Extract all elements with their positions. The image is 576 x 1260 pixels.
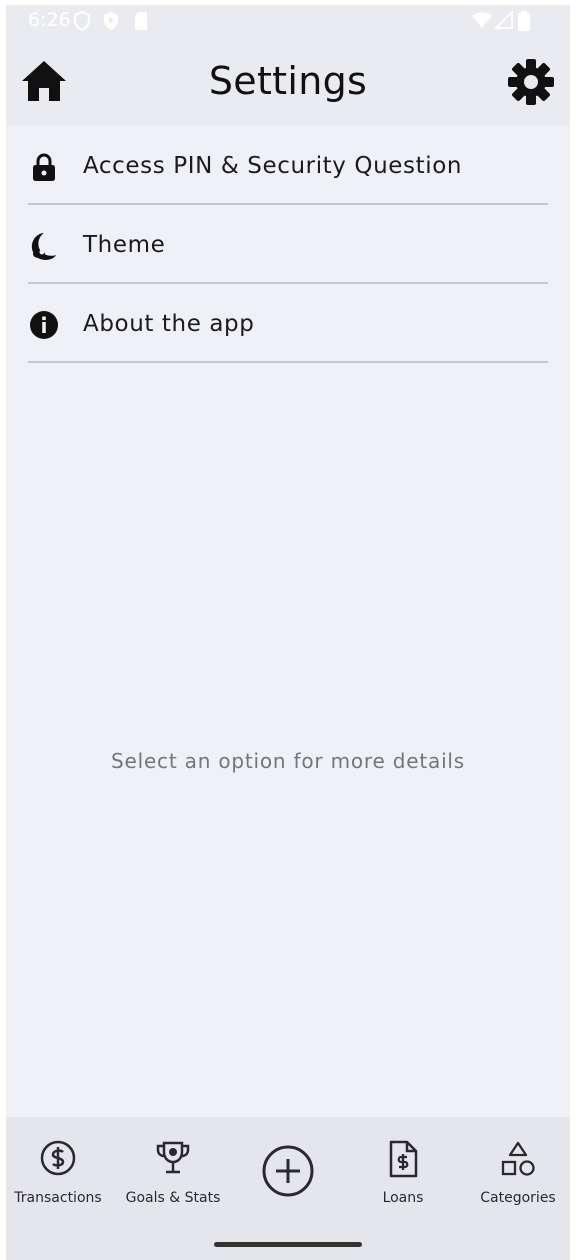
menu-item-label: Access PIN & Security Question (83, 153, 463, 179)
wifi-icon (472, 12, 492, 28)
theme-moon-icon (31, 233, 56, 260)
bottom-nav: Transactions Goals & Stats Loans Categor… (6, 1117, 570, 1260)
settings-menu: Access PIN & Security Question Theme Abo… (6, 126, 570, 363)
info-icon (30, 311, 58, 339)
nav-item-loans[interactable]: Loans (347, 1117, 459, 1217)
play-protect-icon (104, 12, 118, 30)
nav-item-add[interactable] (232, 1117, 344, 1217)
nav-label: Goals & Stats (125, 1190, 221, 1206)
nav-label: Categories (480, 1190, 556, 1206)
page-title: Settings (208, 59, 368, 103)
menu-item-access-pin[interactable]: Access PIN & Security Question (6, 126, 570, 205)
trophy-icon (156, 1141, 190, 1174)
nav-label: Loans (382, 1190, 424, 1206)
nav-item-categories[interactable]: Categories (462, 1117, 570, 1217)
dollar-circle-icon (40, 1140, 76, 1176)
lock-icon (33, 153, 55, 181)
divider (28, 361, 548, 363)
menu-item-label: About the app (83, 311, 255, 337)
shield-icon (74, 11, 90, 31)
nav-item-goals-stats[interactable]: Goals & Stats (117, 1117, 229, 1217)
shapes-icon (501, 1141, 535, 1176)
nav-label: Transactions (14, 1190, 102, 1206)
gesture-handle[interactable] (214, 1242, 362, 1247)
sd-card-icon (135, 12, 147, 30)
battery-icon (518, 11, 530, 31)
gear-icon[interactable] (506, 57, 556, 107)
status-time: 6:26 (28, 9, 71, 31)
add-circle-icon (262, 1145, 314, 1197)
details-placeholder: Select an option for more details (111, 749, 465, 773)
menu-item-about[interactable]: About the app (6, 284, 570, 363)
menu-item-theme[interactable]: Theme (6, 205, 570, 284)
nav-item-transactions[interactable]: Transactions (6, 1117, 114, 1217)
settings-screen: 6:26 Settings Access PIN & Security Ques… (6, 5, 570, 1260)
status-bar: 6:26 (6, 5, 570, 37)
dollar-document-icon (389, 1140, 418, 1178)
cell-signal-icon (495, 11, 513, 29)
menu-item-label: Theme (83, 232, 166, 258)
app-bar: Settings (6, 37, 570, 126)
